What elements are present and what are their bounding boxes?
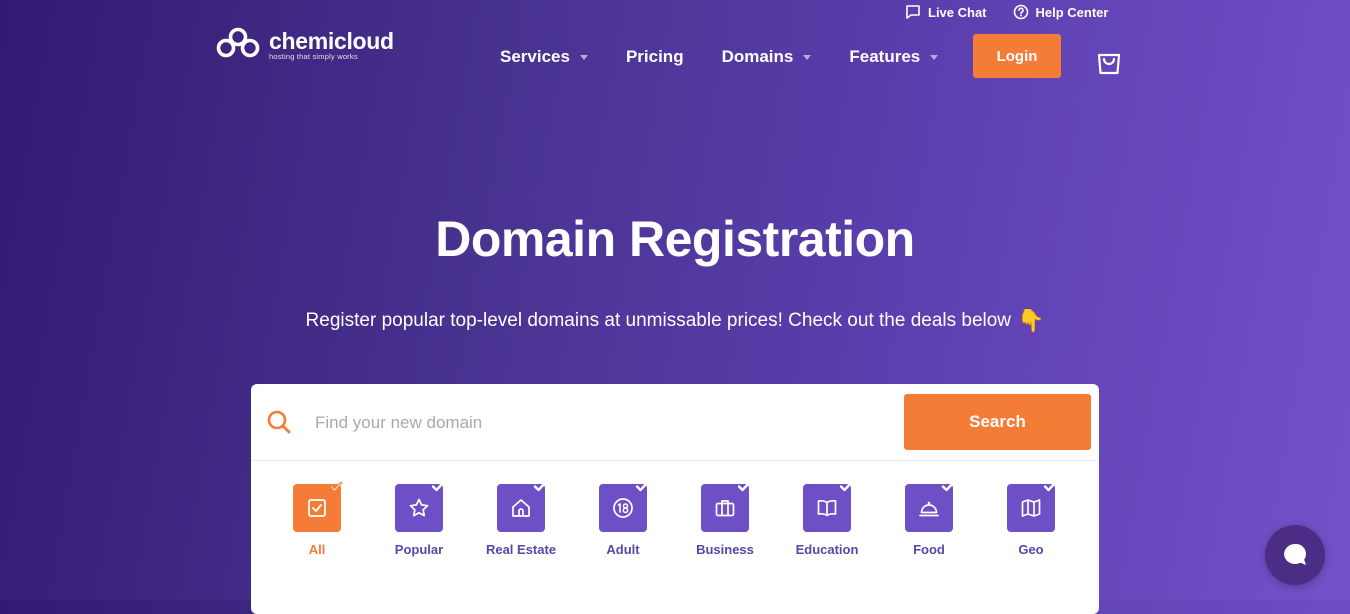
category-icon-box <box>1007 481 1057 532</box>
category-food[interactable]: Food <box>878 481 980 557</box>
category-label: Popular <box>394 542 444 557</box>
category-label: Geo <box>1018 542 1044 557</box>
category-icon-box <box>395 481 445 532</box>
help-center-label: Help Center <box>1035 4 1109 20</box>
map-icon <box>1021 499 1041 517</box>
category-geo[interactable]: Geo <box>980 481 1082 557</box>
chevron-down-icon <box>579 54 588 60</box>
question-circle-icon <box>1013 4 1028 20</box>
check-icon <box>635 481 649 492</box>
category-icon-box <box>803 481 853 532</box>
category-label: Education <box>795 542 859 557</box>
category-real-estate[interactable]: Real Estate <box>470 481 572 557</box>
page-subtitle: Register popular top-level domains at un… <box>0 308 1350 334</box>
nav-item-domains[interactable]: Domains <box>722 46 812 68</box>
category-adult[interactable]: Adult <box>572 481 674 557</box>
eighteen-icon <box>613 498 633 518</box>
category-icon-box <box>497 481 547 532</box>
help-center-link[interactable]: Help Center <box>1013 4 1109 20</box>
live-chat-link[interactable]: Live Chat <box>905 4 987 20</box>
category-icon-box <box>599 481 649 532</box>
nav-item-features[interactable]: Features <box>849 46 939 68</box>
category-label: Adult <box>606 542 640 557</box>
house-icon <box>512 499 530 517</box>
check-icon <box>1043 481 1057 492</box>
brand-text: chemicloud hosting that simply works <box>269 27 394 61</box>
check-icon <box>839 481 853 492</box>
check-icon <box>329 481 343 492</box>
search-icon <box>267 410 291 434</box>
chevron-down-icon <box>930 54 939 60</box>
chevron-down-icon <box>803 54 812 60</box>
category-label: Real Estate <box>485 542 557 557</box>
pointing-down-icon: 👇 <box>1017 308 1045 333</box>
check-icon <box>941 481 955 492</box>
category-list: All Popular Real Estate Adult Business E… <box>266 481 1082 557</box>
domain-search-card: Search All Popular Real Estate <box>251 384 1099 614</box>
nav-label: Pricing <box>625 47 684 66</box>
nav-label: Features <box>849 47 921 66</box>
search-row: Search <box>251 384 1099 461</box>
category-popular[interactable]: Popular <box>368 481 470 557</box>
category-business[interactable]: Business <box>674 481 776 557</box>
subtitle-text: Register popular top-level domains at un… <box>305 310 1012 331</box>
brand-logo[interactable]: chemicloud hosting that simply works <box>215 26 394 64</box>
chat-bubble-icon <box>1284 543 1307 565</box>
live-chat-label: Live Chat <box>928 4 987 20</box>
check-icon <box>431 481 445 492</box>
login-button[interactable]: Login <box>973 34 1061 78</box>
category-label: All <box>308 542 326 557</box>
check-icon <box>737 481 751 492</box>
category-icon-box <box>293 481 343 532</box>
checkbox-icon <box>308 499 326 517</box>
chat-bubble-icon <box>906 5 920 19</box>
category-all[interactable]: All <box>266 481 368 557</box>
brand-tagline: hosting that simply works <box>269 51 358 61</box>
nav-item-pricing[interactable]: Pricing <box>626 46 684 68</box>
check-icon <box>533 481 547 492</box>
chemicloud-logo-icon <box>216 27 260 58</box>
shopping-bag-icon[interactable] <box>1095 46 1123 76</box>
top-utility-bar: Live Chat Help Center <box>905 4 1108 20</box>
star-icon <box>409 498 429 517</box>
search-button[interactable]: Search <box>904 394 1091 450</box>
book-icon <box>817 499 837 517</box>
cloche-icon <box>919 501 939 517</box>
nav-label: Services <box>500 47 570 66</box>
brand-name: chemicloud <box>269 27 394 54</box>
nav-label: Domains <box>721 47 794 66</box>
category-label: Food <box>913 542 945 557</box>
domain-search-input[interactable] <box>313 406 877 440</box>
category-icon-box <box>905 481 955 532</box>
category-label: Business <box>696 542 754 557</box>
chat-widget-button[interactable] <box>1265 525 1325 585</box>
category-education[interactable]: Education <box>776 481 878 557</box>
nav-item-services[interactable]: Services <box>500 46 588 68</box>
category-icon-box <box>701 481 751 532</box>
briefcase-icon <box>715 500 735 517</box>
page-title: Domain Registration <box>435 211 915 267</box>
main-nav: Services Pricing Domains Features <box>500 46 976 68</box>
